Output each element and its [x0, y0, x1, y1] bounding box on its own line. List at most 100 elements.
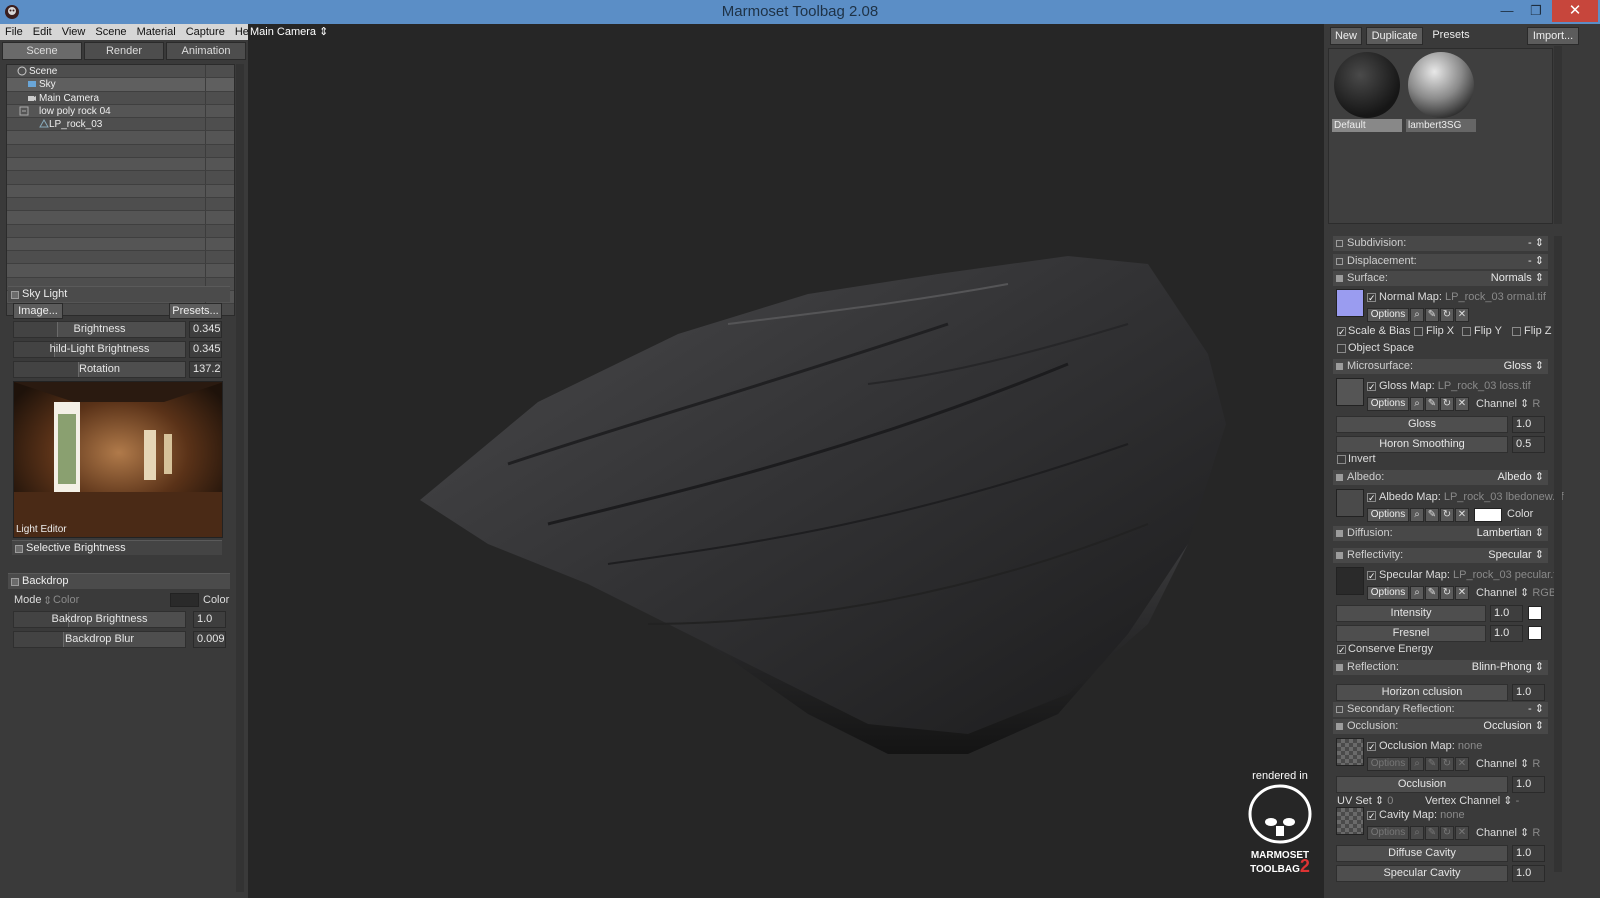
collapse-icon[interactable] [1336, 275, 1343, 282]
reload-icon[interactable]: ↻ [1440, 397, 1454, 411]
child-light-brightness-value[interactable]: 0.345 [189, 341, 222, 358]
expand-icon[interactable] [1336, 240, 1343, 247]
flip-z-checkbox[interactable] [1512, 327, 1521, 336]
menu-edit[interactable]: Edit [28, 24, 57, 40]
close-button[interactable]: ✕ [1552, 0, 1598, 22]
diffuse-cavity-slider[interactable]: Diffuse Cavity [1336, 845, 1508, 862]
reflection-section[interactable]: Reflection: Blinn-Phong ⇕ [1333, 660, 1548, 675]
collapse-icon[interactable] [19, 106, 29, 116]
browse-icon[interactable]: ⌕ [1410, 508, 1424, 522]
albedo-section[interactable]: Albedo: Albedo ⇕ [1333, 470, 1548, 485]
brightness-value[interactable]: 0.345 [189, 321, 222, 338]
outliner-row-group[interactable]: low poly rock 04 [7, 104, 234, 119]
backdrop-brightness-slider[interactable]: Bakdrop Brightness [13, 611, 186, 628]
collapse-icon[interactable] [1336, 363, 1343, 370]
albedo-dropdown[interactable]: Albedo ⇕ [1497, 470, 1544, 485]
reload-icon[interactable]: ↻ [1440, 308, 1454, 322]
conserve-energy-checkbox[interactable]: ✓ [1337, 645, 1346, 655]
specular-map-checkbox[interactable]: ✓ [1367, 571, 1376, 581]
edit-icon[interactable]: ✎ [1425, 586, 1439, 600]
outliner-row-sky[interactable]: Sky [7, 78, 234, 92]
backdrop-blur-slider[interactable]: Backdrop Blur [13, 631, 186, 648]
occlusion-map-thumbnail[interactable] [1336, 738, 1364, 766]
secondary-reflection-dropdown[interactable]: - ⇕ [1528, 702, 1544, 717]
gloss-map-thumbnail[interactable] [1336, 378, 1364, 406]
specular-cavity-value[interactable]: 1.0 [1512, 865, 1545, 882]
cavity-map-options-button[interactable]: Options [1367, 826, 1409, 840]
reload-icon[interactable]: ↻ [1440, 586, 1454, 600]
surface-dropdown[interactable]: Normals ⇕ [1491, 271, 1544, 286]
fresnel-slider[interactable]: Fresnel [1336, 625, 1486, 642]
edit-icon[interactable]: ✎ [1425, 308, 1439, 322]
menu-scene[interactable]: Scene [90, 24, 131, 40]
fresnel-color-swatch[interactable] [1528, 626, 1542, 640]
tab-render[interactable]: Render [84, 42, 164, 60]
diffuse-cavity-value[interactable]: 1.0 [1512, 845, 1545, 862]
image-button[interactable]: Image... [13, 303, 63, 319]
reload-icon[interactable]: ↻ [1440, 508, 1454, 522]
mode-dropdown-icon[interactable]: ⇕ [43, 594, 52, 607]
outliner-scrollbar[interactable] [236, 64, 244, 316]
horizon-smoothing-slider[interactable]: Horon Smoothing [1336, 436, 1508, 453]
intensity-slider[interactable]: Intensity [1336, 605, 1486, 622]
backdrop-color-swatch[interactable] [170, 593, 199, 607]
cavity-channel-dropdown[interactable]: Channel ⇕ R [1476, 826, 1540, 839]
outliner-lock-visibility[interactable] [205, 65, 234, 78]
gloss-slider[interactable]: Gloss [1336, 416, 1508, 433]
specular-map-thumbnail[interactable] [1336, 567, 1364, 595]
import-material-button[interactable]: Import... [1527, 27, 1579, 45]
surface-section[interactable]: Surface: Normals ⇕ [1333, 271, 1548, 286]
displacement-dropdown[interactable]: - ⇕ [1528, 254, 1544, 269]
occlusion-dropdown[interactable]: Occlusion ⇕ [1483, 719, 1544, 734]
outliner-lock-visibility[interactable] [205, 91, 234, 104]
outliner-row-mesh[interactable]: LP_rock_03 [7, 118, 234, 132]
albedo-map-options-button[interactable]: Options [1367, 508, 1409, 522]
rotation-slider[interactable]: Rotation [13, 361, 186, 378]
microsurface-dropdown[interactable]: Gloss ⇕ [1504, 359, 1544, 374]
clear-icon[interactable]: ✕ [1455, 308, 1469, 322]
diffusion-section[interactable]: Diffusion: Lambertian ⇕ [1333, 526, 1548, 541]
menu-file[interactable]: File [0, 24, 28, 40]
reload-icon[interactable]: ↻ [1440, 826, 1454, 840]
microsurface-section[interactable]: Microsurface: Gloss ⇕ [1333, 359, 1548, 374]
specular-channel-dropdown[interactable]: Channel ⇕ RGB [1476, 586, 1556, 599]
outliner-lock-visibility[interactable] [205, 118, 234, 131]
browse-icon[interactable]: ⌕ [1410, 397, 1424, 411]
clear-icon[interactable]: ✕ [1455, 397, 1469, 411]
intensity-color-swatch[interactable] [1528, 606, 1542, 620]
backdrop-blur-value[interactable]: 0.009 [193, 631, 226, 648]
material-library-scrollbar[interactable] [1554, 46, 1562, 224]
collapse-icon[interactable] [1336, 474, 1343, 481]
horizon-smoothing-value[interactable]: 0.5 [1512, 436, 1545, 453]
properties-scrollbar[interactable] [1554, 236, 1562, 872]
edit-icon[interactable]: ✎ [1425, 508, 1439, 522]
object-space-checkbox[interactable] [1337, 344, 1346, 353]
reflection-dropdown[interactable]: Blinn-Phong ⇕ [1472, 660, 1544, 675]
gloss-map-checkbox[interactable]: ✓ [1367, 382, 1376, 392]
horizon-occlusion-value[interactable]: 1.0 [1512, 684, 1545, 701]
sky-light-header[interactable]: Sky Light [8, 286, 230, 302]
invert-checkbox[interactable] [1337, 455, 1346, 464]
browse-icon[interactable]: ⌕ [1410, 757, 1424, 771]
presets-menu[interactable]: Presets ≡▾ [1426, 27, 1476, 57]
outliner-row-scene[interactable]: Scene [7, 65, 234, 79]
rotation-value[interactable]: 137.2 [189, 361, 222, 378]
reflectivity-section[interactable]: Reflectivity: Specular ⇕ [1333, 548, 1548, 563]
collapse-icon[interactable] [1336, 530, 1343, 537]
clear-icon[interactable]: ✕ [1455, 586, 1469, 600]
gloss-channel-dropdown[interactable]: Channel ⇕ R [1476, 397, 1540, 410]
maximize-button[interactable]: ❐ [1521, 0, 1551, 22]
normal-map-thumbnail[interactable] [1336, 289, 1364, 317]
occlusion-map-checkbox[interactable]: ✓ [1367, 742, 1376, 752]
specular-cavity-slider[interactable]: Specular Cavity [1336, 865, 1508, 882]
brightness-slider[interactable]: Brightness [13, 321, 186, 338]
flip-x-checkbox[interactable] [1414, 327, 1423, 336]
intensity-value[interactable]: 1.0 [1490, 605, 1523, 622]
sky-hdri-preview[interactable]: Light Editor [13, 381, 223, 538]
albedo-map-thumbnail[interactable] [1336, 489, 1364, 517]
3d-viewport[interactable]: Main Camera ⇕ rendered in MARMOSET TOOLB… [248, 24, 1324, 898]
browse-icon[interactable]: ⌕ [1410, 826, 1424, 840]
browse-icon[interactable]: ⌕ [1410, 586, 1424, 600]
occlusion-amount-value[interactable]: 1.0 [1512, 776, 1545, 793]
collapse-icon[interactable] [11, 578, 19, 586]
